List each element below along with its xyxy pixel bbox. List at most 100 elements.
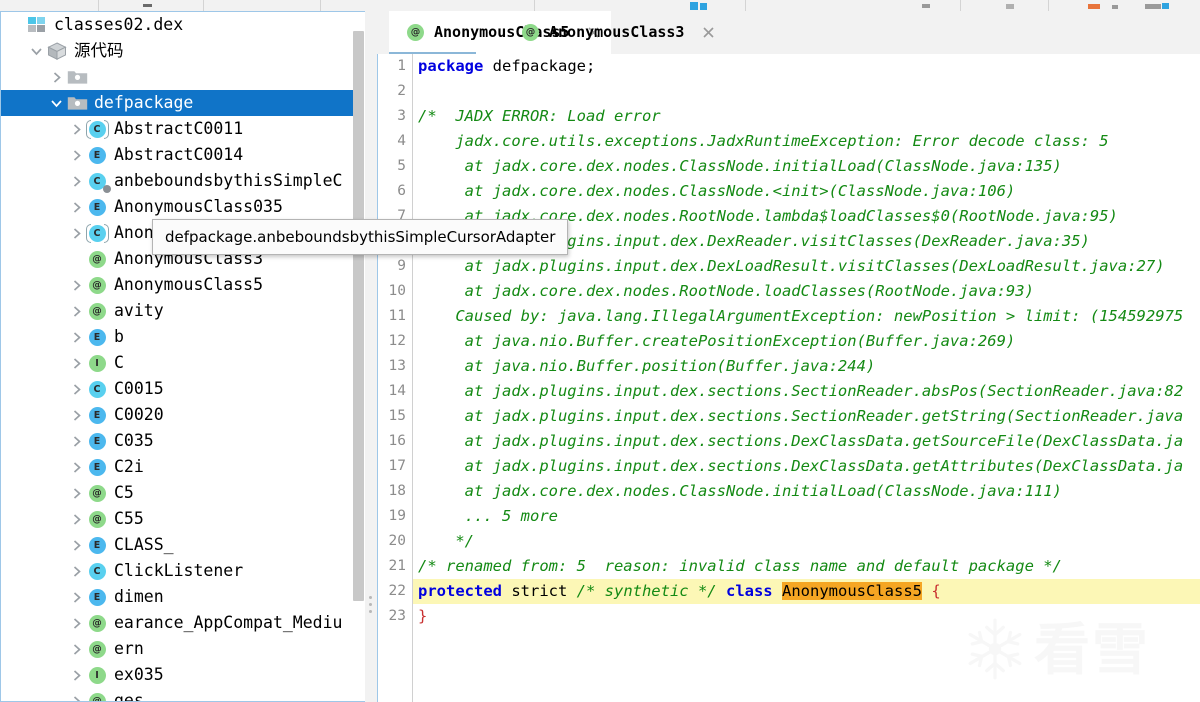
folder-icon (66, 66, 88, 88)
toolbar-icon-logs[interactable] (922, 4, 930, 8)
tree-item-c55[interactable]: @ C55 (1, 506, 354, 532)
tree-item-anbeboundsbythissimplec[interactable]: CanbeboundsbythisSimpleC (1, 168, 354, 194)
chevron-right-icon[interactable] (67, 480, 86, 506)
code-line[interactable]: at java.nio.Buffer.createPositionExcepti… (413, 329, 1200, 354)
code-line[interactable]: at jadx.plugins.input.dex.sections.Secti… (413, 379, 1200, 404)
code-line[interactable]: protected strict /* synthetic */ class A… (413, 579, 1200, 604)
tree-item-ern[interactable]: @ ern (1, 636, 354, 662)
chevron-right-icon[interactable] (67, 662, 86, 688)
code-line[interactable]: */ (413, 529, 1200, 554)
chevron-right-icon[interactable] (67, 272, 86, 298)
code-token: at jadx.core.dex.nodes.RootNode.loadClas… (418, 282, 1034, 300)
code-area[interactable]: 1234567891011121314151617181920212223 pa… (377, 54, 1200, 702)
enum-icon: E (86, 196, 108, 218)
chevron-right-icon[interactable] (67, 194, 86, 220)
tree-item-abstractc0011[interactable]: C AbstractC0011 (1, 116, 354, 142)
code-line[interactable]: jadx.core.utils.exceptions.JadxRuntimeEx… (413, 129, 1200, 154)
code-line[interactable]: /* JADX ERROR: Load error (413, 104, 1200, 129)
chevron-right-icon[interactable] (67, 298, 86, 324)
code-line[interactable]: at jadx.core.dex.nodes.ClassNode.initial… (413, 154, 1200, 179)
toolbar-icon-preferences[interactable] (1006, 4, 1014, 9)
tree-item-avity[interactable]: @ avity (1, 298, 354, 324)
chevron-down-icon[interactable] (27, 38, 46, 64)
chevron-right-icon[interactable] (67, 636, 86, 662)
chevron-right-icon[interactable] (67, 402, 86, 428)
chevron-right-icon[interactable] (67, 688, 86, 701)
toolbar-icon-open[interactable] (1145, 4, 1161, 9)
toolbar-icon-deobfuscate-2[interactable] (700, 3, 707, 10)
tree-item-dimen[interactable]: Edimen (1, 584, 354, 610)
code-line[interactable]: at jadx.plugins.input.dex.sections.Secti… (413, 404, 1200, 429)
toolbar-icon-open-accent[interactable] (1162, 3, 1169, 9)
chevron-right-icon[interactable] (67, 506, 86, 532)
chevron-right-icon[interactable] (67, 324, 86, 350)
chevron-right-icon[interactable] (67, 220, 86, 246)
tree-item-clicklistener[interactable]: C ClickListener (1, 558, 354, 584)
chevron-down-icon[interactable] (47, 90, 66, 116)
code-line[interactable]: at jadx.core.dex.nodes.ClassNode.initial… (413, 479, 1200, 504)
chevron-right-icon[interactable] (47, 64, 66, 90)
toolbar-icon-navigate-back[interactable] (143, 4, 152, 7)
splitter-grip[interactable] (369, 596, 373, 618)
tree-item-c0020[interactable]: E C0020 (1, 402, 354, 428)
tree-item-anonymousclass5[interactable]: @ AnonymousClass5 (1, 272, 354, 298)
code-line[interactable]: at jadx.core.dex.nodes.ClassNode.<init>(… (413, 179, 1200, 204)
annotation-icon: @ (86, 638, 108, 660)
tree-item-c035[interactable]: E C035 (1, 428, 354, 454)
tree-scrollbar-thumb[interactable] (353, 31, 364, 601)
line-number: 6 (397, 183, 406, 199)
line-number: 18 (388, 483, 406, 499)
code-line[interactable]: at jadx.plugins.input.dex.DexLoadResult.… (413, 254, 1200, 279)
editor-tab-AnonymousClass3[interactable]: @ AnonymousClass3 (504, 11, 726, 54)
toolbar-icon-save[interactable] (1112, 5, 1118, 9)
tree-item-anonymousclass035[interactable]: E AnonymousClass035 (1, 194, 354, 220)
code-line[interactable]: at jadx.plugins.input.dex.sections.DexCl… (413, 429, 1200, 454)
code-line[interactable]: } (413, 604, 1200, 629)
chevron-right-icon[interactable] (67, 168, 86, 194)
code-line[interactable]: at jadx.core.dex.nodes.RootNode.loadClas… (413, 279, 1200, 304)
code-line[interactable]: /* renamed from: 5 reason: invalid class… (413, 554, 1200, 579)
code-line[interactable]: at jadx.plugins.input.dex.sections.DexCl… (413, 454, 1200, 479)
chevron-right-icon[interactable] (67, 610, 86, 636)
toolbar-strip[interactable] (0, 0, 1200, 11)
chevron-right-icon[interactable] (67, 558, 86, 584)
tree-item-c5[interactable]: @ C5 (1, 480, 354, 506)
tree-item-label: C0020 (114, 405, 164, 424)
tree-item-abstractc0014[interactable]: E AbstractC0014 (1, 142, 354, 168)
toolbar-icon-export[interactable] (1088, 4, 1100, 9)
tree-item-b[interactable]: Eb (1, 324, 354, 350)
code-line[interactable]: Caused by: java.lang.IllegalArgumentExce… (413, 304, 1200, 329)
chevron-right-icon[interactable] (67, 142, 86, 168)
tree-item-classes02-dex[interactable]: classes02.dex (1, 12, 354, 38)
chevron-right-icon[interactable] (67, 428, 86, 454)
code-line[interactable]: ... 5 more (413, 504, 1200, 529)
tab-close-icon[interactable] (700, 25, 716, 41)
toolbar-icon-deobfuscate[interactable] (690, 2, 698, 10)
tree-item-defpackage[interactable]: defpackage (1, 90, 354, 116)
tree-item-earance-appcompat-mediu[interactable]: @ earance_AppCompat_Mediu (1, 610, 354, 636)
tree-item-[interactable]: 源代码 (1, 38, 354, 64)
tree-item[interactable] (1, 64, 354, 90)
dex-file-icon (26, 14, 48, 36)
chevron-right-icon[interactable] (67, 116, 86, 142)
tree-item-c0015[interactable]: C C0015 (1, 376, 354, 402)
chevron-right-icon[interactable] (67, 532, 86, 558)
code-line[interactable]: at java.nio.Buffer.position(Buffer.java:… (413, 354, 1200, 379)
line-number: 23 (388, 608, 406, 624)
tree-item-c[interactable]: IC (1, 350, 354, 376)
code-line[interactable] (413, 79, 1200, 104)
tree-item-ges[interactable]: @ ges (1, 688, 354, 701)
chevron-right-icon[interactable] (67, 454, 86, 480)
chevron-right-icon[interactable] (67, 376, 86, 402)
chevron-right-icon[interactable] (67, 584, 86, 610)
panel-splitter[interactable] (365, 11, 377, 702)
chevron-right-icon[interactable] (67, 350, 86, 376)
tree-item-c2i[interactable]: E C2i (1, 454, 354, 480)
code-text[interactable]: package defpackage; /* JADX ERROR: Load e… (413, 54, 1200, 702)
line-number: 20 (388, 533, 406, 549)
code-token: ... 5 more (418, 507, 558, 525)
tree-item-class[interactable]: E CLASS_ (1, 532, 354, 558)
tree-item-ex035[interactable]: Iex035 (1, 662, 354, 688)
code-line[interactable]: package defpackage; (413, 54, 1200, 79)
class-tree[interactable]: classes02.dex 源代码 defpackage C AbstractC0011… (1, 12, 354, 701)
